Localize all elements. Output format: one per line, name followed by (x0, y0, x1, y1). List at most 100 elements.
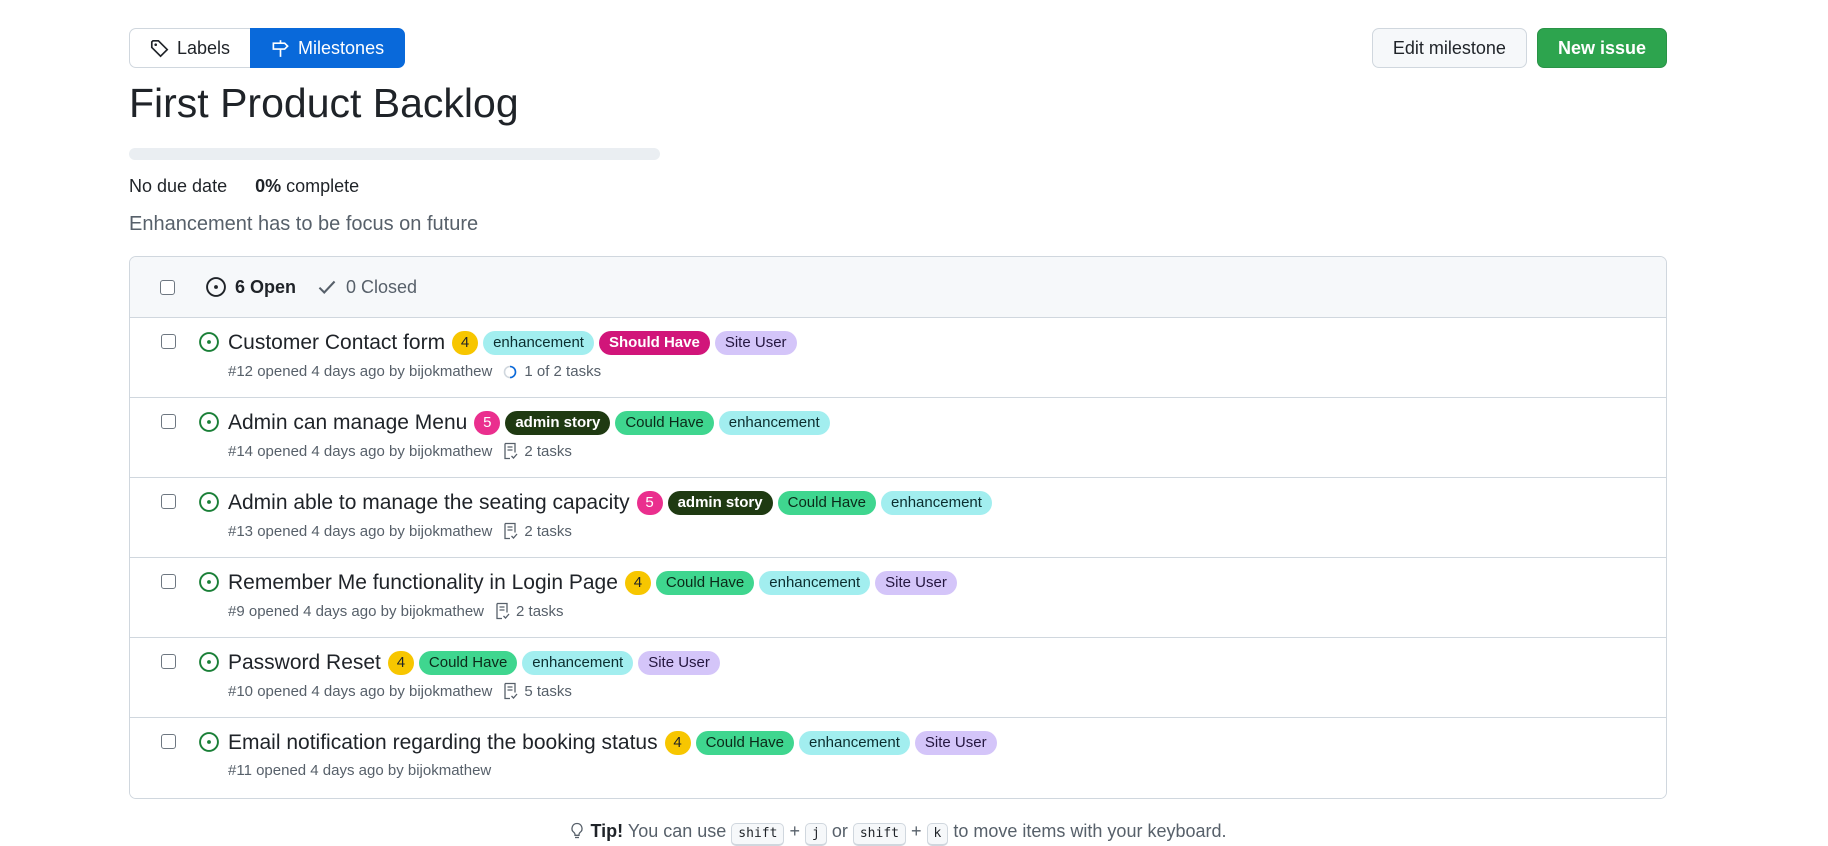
issue-label[interactable]: enhancement (718, 411, 830, 435)
issue-row[interactable]: Customer Contact form 4 enhancement Shoul… (130, 318, 1666, 398)
issue-title-link[interactable]: Customer Contact form (228, 331, 445, 355)
issue-body: Admin can manage Menu 5 admin story Could… (228, 408, 1656, 460)
task-progress[interactable]: 5 tasks (502, 682, 572, 700)
issue-body: Admin able to manage the seating capacit… (228, 488, 1656, 540)
issue-row[interactable]: Admin able to manage the seating capacit… (130, 478, 1666, 558)
issue-checkbox[interactable] (161, 734, 176, 749)
issue-label[interactable]: Could Have (418, 651, 518, 675)
issue-label[interactable]: Could Have (655, 571, 755, 595)
tip-text-1: You can use (627, 821, 727, 841)
issue-label[interactable]: Site User (875, 571, 957, 595)
keyboard-tip: Tip! You can use shift + j or shift + k … (129, 821, 1667, 846)
task-count: 5 tasks (524, 682, 572, 700)
labels-tab[interactable]: Labels (129, 28, 251, 68)
issue-title-link[interactable]: Email notification regarding the booking… (228, 731, 658, 755)
issue-label[interactable]: Site User (714, 331, 797, 355)
issue-opened-by: #9 opened 4 days ago by bijokmathew (228, 602, 485, 620)
issue-row[interactable]: Remember Me functionality in Login Page … (130, 558, 1666, 638)
issue-label[interactable]: enhancement (798, 731, 910, 755)
issue-label[interactable]: Site User (638, 651, 720, 675)
issue-label[interactable]: admin story (667, 491, 773, 515)
issue-body: Customer Contact form 4 enhancement Shoul… (228, 328, 1656, 380)
issue-open-icon (199, 412, 219, 432)
milestones-tab-label: Milestones (298, 37, 385, 58)
issue-label[interactable]: Site User (914, 731, 997, 755)
progress-circle-icon (504, 365, 517, 379)
task-progress[interactable]: 2 tasks (494, 602, 564, 620)
issue-checkbox[interactable] (161, 574, 176, 589)
milestone-description: Enhancement has to be focus on future (129, 213, 479, 235)
story-points-badge: 4 (387, 651, 414, 675)
task-progress[interactable]: 1 of 2 tasks (502, 362, 601, 380)
edit-milestone-button[interactable]: Edit milestone (1371, 28, 1527, 68)
task-count: 2 tasks (516, 602, 564, 620)
actions: Edit milestone New issue (1371, 28, 1667, 68)
issue-title-line: Customer Contact form 4 enhancement Shoul… (228, 328, 1656, 358)
issue-open-icon (199, 652, 219, 672)
issue-meta: #13 opened 4 days ago by bijokmathew 2 t… (228, 522, 1656, 540)
issue-label[interactable]: Could Have (615, 411, 714, 435)
checklist-icon (504, 682, 518, 700)
topbar: Labels Milestones Edit milestone New iss… (129, 28, 1667, 68)
open-filter[interactable]: 6 Open (205, 276, 296, 298)
checklist-icon (504, 522, 518, 540)
state-filters: 6 Open 0 Closed (205, 276, 417, 298)
issue-title-link[interactable]: Admin able to manage the seating capacit… (228, 491, 630, 515)
due-date: No due date (129, 176, 228, 196)
issue-checkbox[interactable] (161, 334, 176, 349)
issue-label[interactable]: admin story (505, 411, 611, 435)
checklist-icon (504, 442, 518, 460)
issue-opened-by: #12 opened 4 days ago by bijokmathew (228, 362, 493, 380)
issue-checkbox[interactable] (161, 654, 176, 669)
issue-title-line: Admin able to manage the seating capacit… (228, 488, 1656, 518)
issues-header: 6 Open 0 Closed (130, 257, 1666, 318)
issue-label[interactable]: Should Have (598, 331, 710, 355)
task-progress[interactable]: 2 tasks (502, 442, 572, 460)
issue-row[interactable]: Admin can manage Menu 5 admin story Could… (130, 398, 1666, 478)
lightbulb-icon (569, 821, 590, 841)
issue-checkbox[interactable] (161, 494, 176, 509)
issue-title-line: Remember Me functionality in Login Page … (228, 568, 1656, 598)
story-points-badge: 5 (636, 491, 663, 515)
issue-title-link[interactable]: Admin can manage Menu (228, 411, 467, 435)
issue-title-link[interactable]: Remember Me functionality in Login Page (228, 571, 618, 595)
issue-checkbox[interactable] (161, 414, 176, 429)
issue-body: Password Reset 4 Could Have enhancement Si… (228, 648, 1656, 700)
story-points-badge: 4 (624, 571, 651, 595)
issue-meta: #12 opened 4 days ago by bijokmathew 1 o… (228, 362, 1656, 380)
kbd-shift-1: shift (731, 823, 785, 846)
completion: 0% complete (255, 176, 359, 197)
kbd-shift-2: shift (852, 823, 906, 846)
tip-prefix: Tip! (590, 821, 624, 841)
issue-label[interactable]: enhancement (881, 491, 992, 515)
issue-title-line: Password Reset 4 Could Have enhancement Si… (228, 648, 1656, 678)
issue-row[interactable]: Email notification regarding the booking… (130, 718, 1666, 798)
page-title: First Product Backlog (129, 80, 519, 126)
issue-meta: #14 opened 4 days ago by bijokmathew 2 t… (228, 442, 1656, 460)
task-progress[interactable]: 2 tasks (502, 522, 572, 540)
milestone-meta: No due date 0% complete (129, 176, 1667, 197)
issue-label[interactable]: Could Have (695, 731, 794, 755)
issue-row[interactable]: Password Reset 4 Could Have enhancement Si… (130, 638, 1666, 718)
subnav: Labels Milestones (129, 28, 406, 68)
tag-icon (150, 39, 169, 57)
select-all-checkbox[interactable] (160, 279, 175, 295)
issue-title-line: Email notification regarding the booking… (228, 728, 1656, 758)
closed-filter[interactable]: 0 Closed (316, 276, 417, 298)
issue-label[interactable]: enhancement (522, 651, 634, 675)
issue-label[interactable]: enhancement (483, 331, 594, 355)
issue-label[interactable]: enhancement (759, 571, 871, 595)
plus-2: + (911, 821, 922, 841)
labels-tab-label: Labels (177, 37, 231, 58)
issue-title-line: Admin can manage Menu 5 admin story Could… (228, 408, 1656, 438)
issue-body: Email notification regarding the booking… (228, 728, 1656, 779)
issue-label[interactable]: Could Have (777, 491, 877, 515)
issue-open-icon (206, 277, 226, 297)
issue-opened-by: #13 opened 4 days ago by bijokmathew (228, 522, 493, 540)
milestones-tab[interactable]: Milestones (250, 28, 406, 68)
issue-title-link[interactable]: Password Reset (228, 651, 381, 675)
plus-1: + (789, 821, 800, 841)
new-issue-button[interactable]: New issue (1536, 28, 1667, 68)
issue-open-icon (199, 572, 219, 592)
issue-list: Customer Contact form 4 enhancement Shoul… (130, 318, 1666, 798)
